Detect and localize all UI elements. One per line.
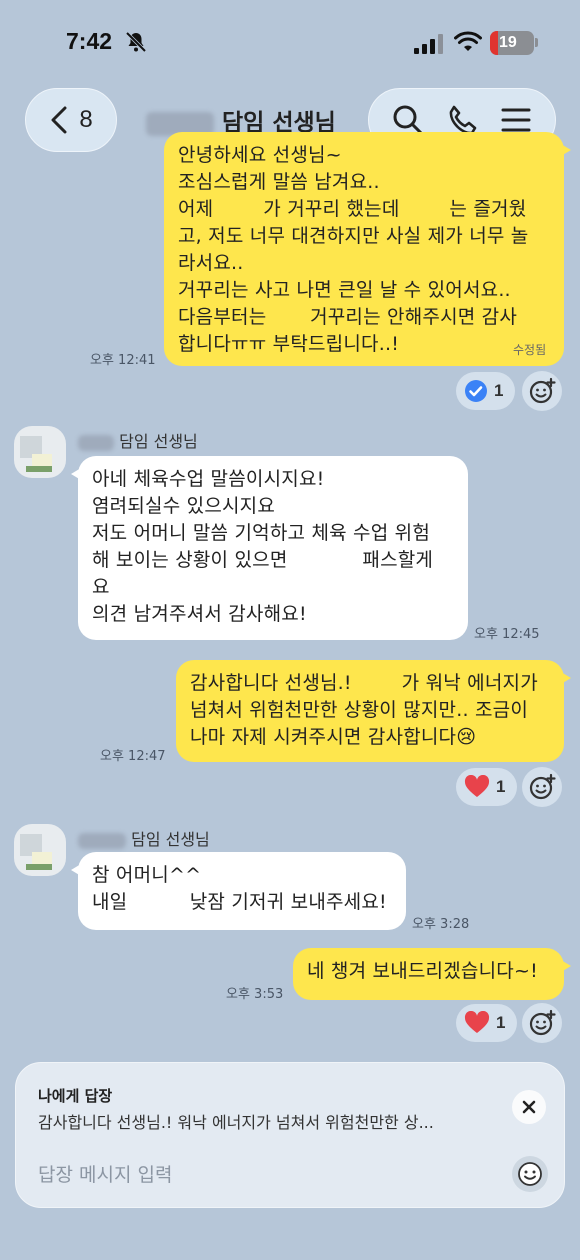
smile-plus-icon (529, 1009, 556, 1036)
reply-quote: 감사합니다 선생님.! 워낙 에너지가 넘쳐서 위험천만한 상... (38, 1113, 434, 1132)
close-icon (522, 1100, 536, 1114)
reaction-heart[interactable]: 1 (456, 768, 518, 806)
sender-name-text: 담임 선생님 (119, 432, 198, 451)
signal-icon (414, 34, 443, 54)
edited-label: 수정됨 (513, 343, 547, 357)
add-reaction-button[interactable] (522, 1003, 562, 1043)
sender-name: 담임 선생님 (78, 826, 210, 850)
message-time: 오후 3:53 (226, 987, 284, 1002)
reaction-check[interactable]: 1 (456, 372, 516, 410)
close-reply-button[interactable] (512, 1090, 546, 1124)
message-bubble-mine[interactable]: 감사합니다 선생님.! 가 워낙 에너지가 넘쳐서 위험천만한 상황이 많지만.… (176, 660, 571, 762)
smile-plus-icon (529, 773, 556, 800)
wifi-icon (454, 31, 482, 51)
unread-count: 8 (79, 106, 93, 133)
message-time: 오후 12:47 (100, 749, 166, 764)
message-bubble-theirs[interactable]: 참 어머니^^ 내일 낮잠 기저귀 보내주세요! (71, 852, 406, 930)
smile-plus-icon (529, 377, 556, 404)
reaction-count: 1 (496, 1013, 506, 1032)
add-reaction-button[interactable] (522, 767, 562, 807)
message-time: 오후 3:28 (412, 917, 470, 932)
status-time: 7:42 (66, 28, 113, 54)
redacted-name (78, 434, 114, 451)
message-bubble-theirs[interactable]: 아네 체육수업 말씀이시지요! 염려되실수 있으시지요 저도 어머니 말씀 기억… (71, 456, 468, 640)
avatar[interactable] (14, 824, 66, 876)
heart-icon (464, 1011, 490, 1033)
add-reaction-button[interactable] (522, 371, 562, 411)
reply-label: 나에게 답장 (38, 1087, 113, 1105)
avatar[interactable] (14, 426, 66, 478)
reaction-heart[interactable]: 1 (456, 1004, 518, 1042)
bell-off-icon (125, 31, 147, 53)
message-bubble-mine[interactable]: 네 챙겨 보내드리겠습니다~! (293, 948, 571, 1000)
back-button[interactable]: 8 (25, 88, 117, 152)
message-time: 오후 12:41 (90, 353, 156, 368)
battery-level: 19 (499, 34, 517, 51)
message-time: 오후 12:45 (474, 627, 540, 642)
smile-icon (518, 1162, 542, 1186)
reaction-count: 1 (496, 777, 506, 796)
check-circle-icon (465, 380, 487, 402)
emoji-button[interactable] (512, 1156, 548, 1192)
battery-cap (535, 38, 538, 47)
sender-name: 담임 선생님 (78, 428, 198, 452)
battery-indicator: 19 (490, 31, 534, 55)
reaction-count: 1 (494, 381, 504, 400)
chevron-left-icon (51, 106, 67, 134)
heart-icon (464, 775, 490, 797)
message-bubble-mine[interactable]: 안녕하세요 선생님~ 조심스럽게 말씀 남겨요.. 어제 가 거꾸리 했는데 는… (164, 132, 571, 366)
redacted-name (78, 832, 126, 849)
reply-message-input[interactable] (38, 1160, 498, 1190)
sender-name-text: 담임 선생님 (131, 830, 210, 849)
